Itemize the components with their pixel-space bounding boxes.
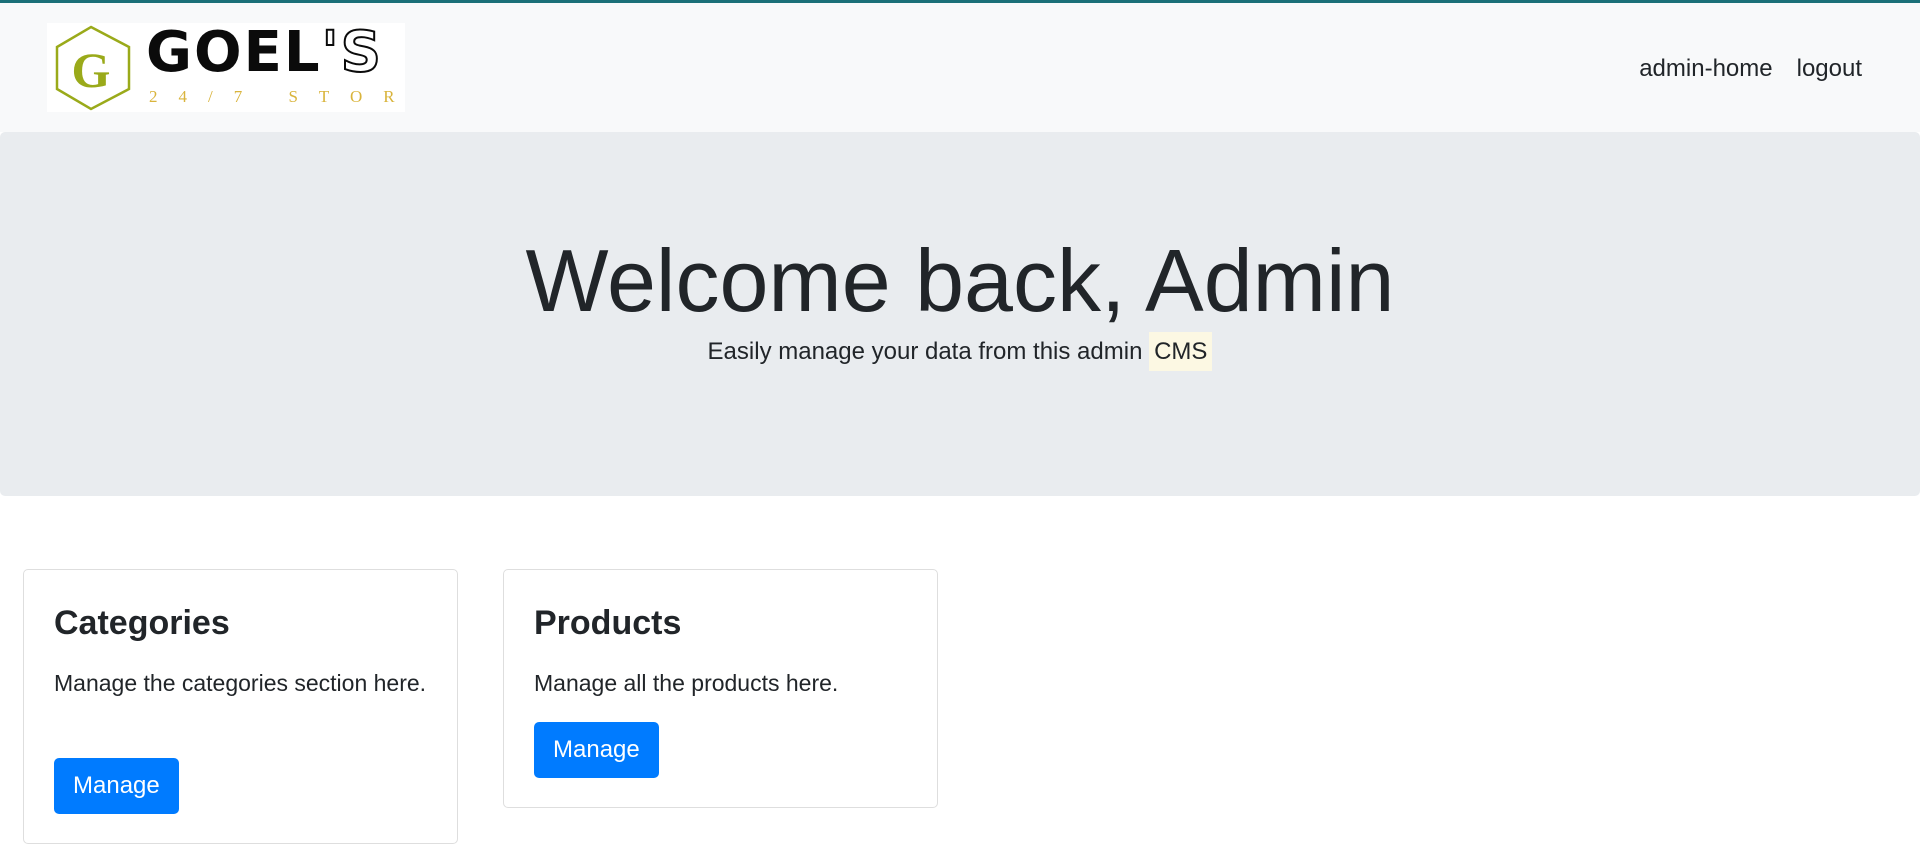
- manage-categories-button[interactable]: Manage: [54, 758, 179, 814]
- svg-text:G: G: [72, 42, 111, 98]
- card-title: Categories: [54, 604, 230, 642]
- cms-highlight: CMS: [1149, 332, 1213, 371]
- page-title: Welcome back, Admin: [525, 231, 1395, 330]
- card-text: Manage the categories section here.: [54, 670, 427, 696]
- card-categories: Categories Manage the categories section…: [23, 569, 458, 844]
- manage-products-button[interactable]: Manage: [534, 722, 659, 778]
- jumbotron: Welcome back, Admin Easily manage your d…: [0, 132, 1920, 496]
- card-text: Manage all the products here.: [534, 670, 839, 696]
- brand-logo[interactable]: G GOEL'S 24/7 STORE: [47, 23, 405, 112]
- brand-name: GOEL'S: [146, 23, 383, 85]
- nav-links: admin-home logout: [1639, 55, 1862, 83]
- brand-tagline: 24/7 STORE: [149, 87, 405, 106]
- card-title: Products: [534, 604, 682, 642]
- nav-link-admin-home[interactable]: admin-home: [1639, 55, 1772, 83]
- nav-link-logout[interactable]: logout: [1797, 55, 1862, 83]
- jumbotron-subtitle: Easily manage your data from this admin …: [0, 332, 1920, 371]
- navbar: G GOEL'S 24/7 STORE admin-home logout: [0, 3, 1920, 132]
- hexagon-g-icon: G: [55, 25, 131, 111]
- card-products: Products Manage all the products here. M…: [503, 569, 938, 808]
